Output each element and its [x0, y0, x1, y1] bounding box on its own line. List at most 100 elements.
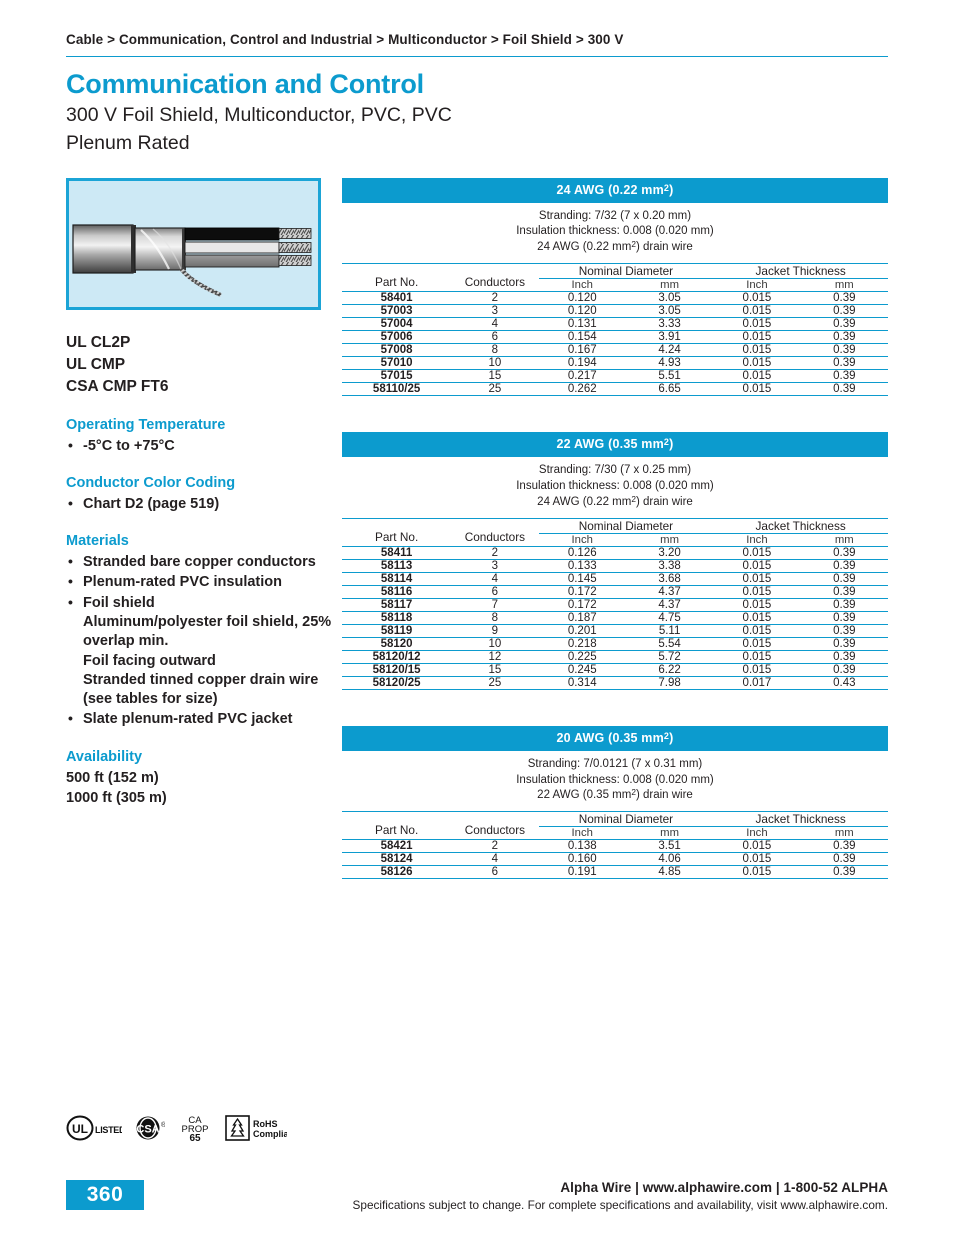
- column-header-jacket-mm: mm: [834, 827, 854, 840]
- datasheet-page: Cable > Communication, Control and Indus…: [0, 0, 954, 1235]
- cell-part-no: 58117: [342, 597, 452, 612]
- cable-cutaway-illustration: [66, 177, 321, 310]
- table-row: 58120/12 12 0.225 5.72 0.015 0.39: [342, 649, 888, 664]
- cell-conductors: 6: [451, 584, 539, 599]
- table-row: 58114 4 0.145 3.68 0.015 0.39: [342, 571, 888, 586]
- table-row: 58119 9 0.201 5.11 0.015 0.39: [342, 623, 888, 638]
- cell-diameter-inch: 0.187: [538, 610, 626, 625]
- ul-listed-icon-svg: UL LISTED: [66, 1115, 122, 1141]
- table-row: 58117 7 0.172 4.37 0.015 0.39: [342, 597, 888, 612]
- availability-line: 500 ft (152 m): [66, 769, 159, 786]
- cell-conductors: 3: [451, 558, 539, 573]
- cable-diagram-svg: [72, 224, 312, 297]
- cell-jacket-mm: 0.39: [800, 649, 888, 664]
- table-row: 58120/25 25 0.314 7.98 0.017 0.43: [342, 675, 888, 690]
- conductor-white: [184, 241, 280, 254]
- column-header-jacket-inch: Inch: [746, 533, 768, 546]
- cell-diameter-inch: 0.120: [538, 291, 626, 305]
- tables-column: 24 AWG (0.22 mm2) Stranding: 7/32 (7 x 0.…: [334, 177, 888, 916]
- conductor-grey: [184, 254, 280, 268]
- cell-diameter-mm: 3.68: [625, 571, 714, 586]
- cell-part-no: 57015: [342, 369, 452, 383]
- awg-note-line: Insulation thickness: 0.008 (0.020 mm): [516, 480, 714, 493]
- column-header-jacket-mm: mm: [834, 279, 854, 292]
- awg-spec-table: Part No. Conductors Nominal Diameter Jacket…: [342, 263, 888, 397]
- cell-part-no: 58113: [342, 558, 452, 573]
- cell-conductors: 10: [451, 356, 539, 370]
- cell-jacket-mm: 0.39: [800, 584, 888, 599]
- cell-conductors: 3: [451, 304, 539, 318]
- cell-diameter-inch: 0.225: [538, 649, 626, 664]
- cell-conductors: 25: [451, 382, 539, 397]
- cell-diameter-inch: 0.218: [538, 636, 626, 651]
- svg-text:Compliant: Compliant: [253, 1129, 287, 1139]
- column-header-conductors: Conductors: [451, 517, 539, 547]
- cell-jacket-inch: 0.015: [713, 304, 801, 318]
- list-item: Stranded bare copper conductors: [66, 552, 334, 572]
- cell-part-no: 58120/12: [342, 649, 452, 664]
- list-item-text: Slate plenum-rated PVC jacket: [83, 711, 293, 728]
- cell-diameter-mm: 5.72: [625, 649, 714, 664]
- awg-table-notes: Stranding: 7/30 (7 x 0.25 mm) Insulation …: [342, 457, 888, 518]
- cell-diameter-inch: 0.194: [538, 356, 626, 370]
- cell-diameter-mm: 3.51: [625, 839, 714, 853]
- cell-jacket-mm: 0.39: [800, 839, 888, 853]
- column-header-jacket-inch: Inch: [746, 279, 768, 292]
- cell-jacket-mm: 0.39: [800, 356, 888, 370]
- cell-jacket-mm: 0.39: [800, 610, 888, 625]
- awg-note-line: Stranding: 7/30 (7 x 0.25 mm): [538, 464, 692, 477]
- awg-note-line: Insulation thickness: 0.008 (0.020 mm): [516, 225, 714, 238]
- cell-conductors: 25: [451, 675, 539, 690]
- cell-diameter-mm: 3.20: [625, 545, 714, 560]
- conductor-color-coding-list: Chart D2 (page 519): [66, 494, 334, 514]
- table-row: 58120/15 15 0.245 6.22 0.015 0.39: [342, 662, 888, 677]
- cell-jacket-inch: 0.015: [713, 636, 801, 651]
- awg-table-notes: Stranding: 7/32 (7 x 0.20 mm) Insulation …: [342, 203, 888, 264]
- approval-item: UL CL2P: [66, 333, 131, 351]
- table-row: 57004 4 0.131 3.33 0.015 0.39: [342, 317, 888, 331]
- approvals-list: UL CL2P UL CMP CSA CMP FT6: [66, 332, 334, 398]
- cell-diameter-inch: 0.172: [538, 597, 626, 612]
- cell-conductors: 9: [451, 623, 539, 638]
- cell-diameter-mm: 3.05: [625, 291, 714, 305]
- page-subtitle: 300 V Foil Shield, Multiconductor, PVC, …: [66, 102, 888, 157]
- column-header-diameter-mm: mm: [660, 827, 679, 840]
- operating-temperature-heading: Operating Temperature: [66, 416, 226, 433]
- table-row: 57015 15 0.217 5.51 0.015 0.39: [342, 369, 888, 383]
- column-header-jacket-thickness: Jacket Thickness: [713, 517, 888, 534]
- cell-diameter-inch: 0.120: [538, 304, 626, 318]
- table-row: 57008 8 0.167 4.24 0.015 0.39: [342, 343, 888, 357]
- cell-diameter-inch: 0.172: [538, 584, 626, 599]
- list-item: -5°C to +75°C: [66, 436, 334, 456]
- cell-part-no: 58118: [342, 610, 452, 625]
- page-title: Communication and Control: [66, 69, 424, 99]
- cell-jacket-inch: 0.015: [713, 852, 801, 866]
- conductor-black: [184, 227, 280, 241]
- cell-jacket-mm: 0.39: [800, 330, 888, 344]
- list-item: Chart D2 (page 519): [66, 494, 334, 514]
- table-row: 57006 6 0.154 3.91 0.015 0.39: [342, 330, 888, 344]
- cell-part-no: 58116: [342, 584, 452, 599]
- column-header-diameter-inch: Inch: [571, 533, 593, 546]
- footer-text: Alpha Wire | www.alphawire.com | 1-800-5…: [144, 1180, 888, 1212]
- awg-table-title: 22 AWG (0.35 mm2): [342, 432, 888, 458]
- cell-diameter-mm: 3.33: [625, 317, 714, 331]
- column-header-jacket-thickness: Jacket Thickness: [713, 263, 888, 280]
- column-header-nominal-diameter: Nominal Diameter: [538, 263, 714, 280]
- cell-jacket-inch: 0.015: [713, 291, 801, 305]
- cell-diameter-inch: 0.160: [538, 852, 626, 866]
- cell-part-no: 57010: [342, 356, 452, 370]
- table-row: 57003 3 0.120 3.05 0.015 0.39: [342, 304, 888, 318]
- list-item: Slate plenum-rated PVC jacket: [66, 709, 334, 729]
- cell-diameter-inch: 0.217: [538, 369, 626, 383]
- column-header-jacket-thickness: Jacket Thickness: [713, 811, 888, 828]
- svg-text:65: 65: [189, 1133, 201, 1143]
- cell-diameter-mm: 4.24: [625, 343, 714, 357]
- cell-jacket-mm: 0.39: [800, 317, 888, 331]
- cell-jacket-mm: 0.43: [800, 675, 888, 690]
- awg-note-line: Insulation thickness: 0.008 (0.020 mm): [516, 773, 714, 786]
- list-item: Plenum-rated PVC insulation: [66, 572, 334, 592]
- rohs-compliant-icon: RoHS Compliant: [225, 1114, 287, 1142]
- cell-part-no: 58120/15: [342, 662, 452, 677]
- list-item-subtext: Aluminum/polyester foil shield, 25% over…: [83, 614, 332, 650]
